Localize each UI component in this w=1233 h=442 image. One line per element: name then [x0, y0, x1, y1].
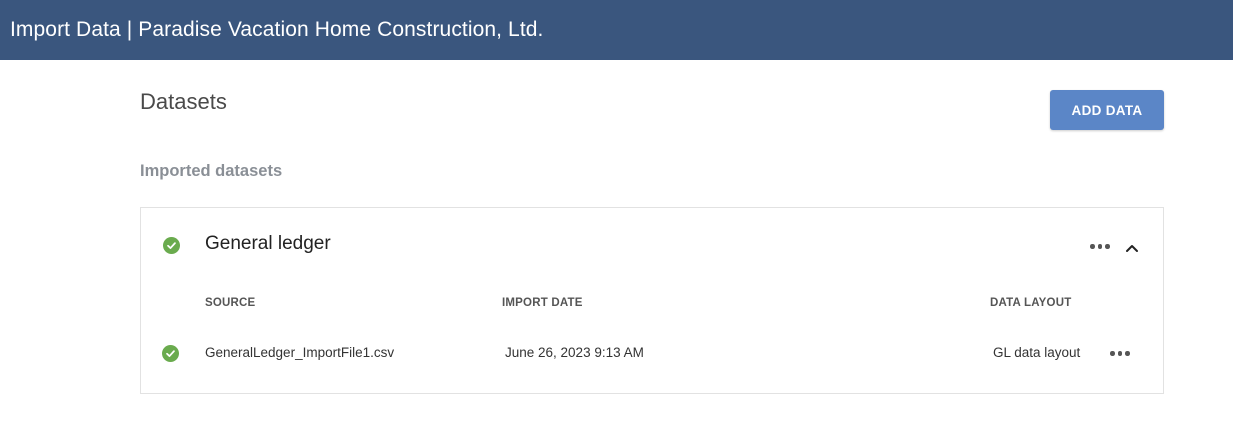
dataset-name: General ledger	[205, 233, 331, 254]
row-more-icon[interactable]	[1110, 351, 1130, 356]
check-circle-icon	[162, 345, 179, 362]
column-header-source: SOURCE	[205, 297, 256, 309]
chevron-up-icon[interactable]	[1124, 241, 1140, 253]
dataset-card: General ledger SOURCE IMPORT DATE DATA L…	[140, 207, 1164, 394]
row-data-layout: GL data layout	[993, 345, 1081, 360]
row-source: GeneralLedger_ImportFile1.csv	[205, 345, 395, 360]
check-circle-icon	[163, 237, 180, 254]
column-header-data-layout: DATA LAYOUT	[990, 297, 1072, 309]
row-import-date: June 26, 2023 9:13 AM	[505, 345, 644, 360]
dataset-more-icon[interactable]	[1090, 244, 1110, 249]
page-title: Datasets	[140, 89, 227, 114]
add-data-button[interactable]: ADD DATA	[1050, 90, 1164, 130]
section-title: Imported datasets	[140, 162, 283, 180]
app-title: Import Data | Paradise Vacation Home Con…	[10, 18, 544, 41]
app-header: Import Data | Paradise Vacation Home Con…	[0, 0, 1233, 60]
column-header-import-date: IMPORT DATE	[502, 297, 583, 309]
